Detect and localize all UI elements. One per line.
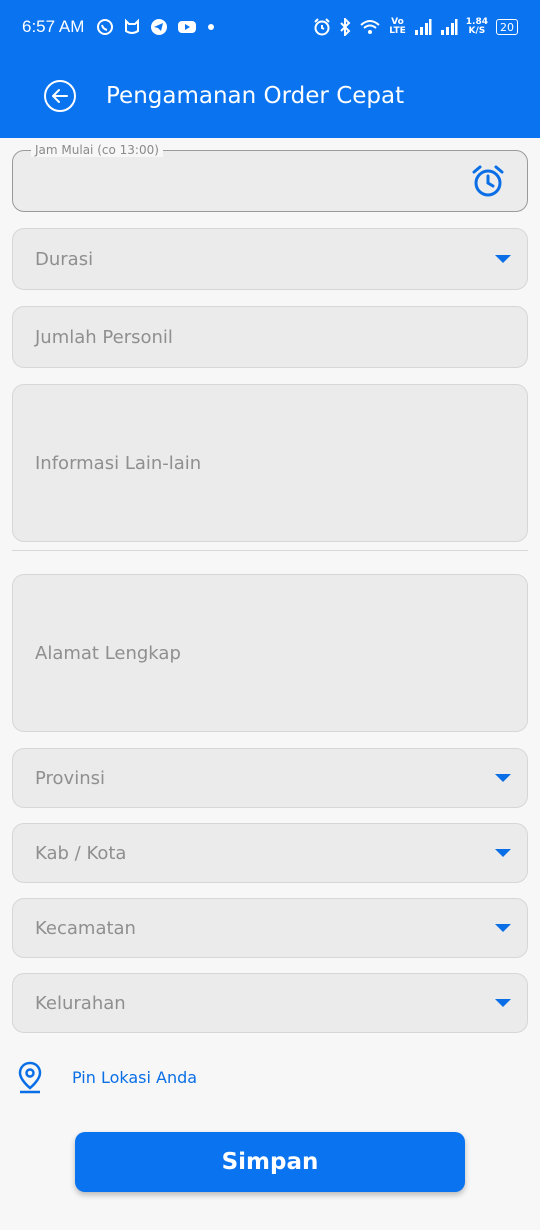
whatsapp-icon — [96, 18, 114, 36]
page-title: Pengamanan Order Cepat — [106, 83, 405, 109]
dropdown-arrow-icon — [495, 774, 511, 782]
app-bar: Pengamanan Order Cepat — [0, 54, 540, 138]
status-time: 6:57 AM — [22, 17, 85, 36]
back-button[interactable] — [42, 78, 78, 114]
provinsi-placeholder: Provinsi — [35, 767, 105, 789]
durasi-placeholder: Durasi — [35, 248, 94, 270]
cat-icon — [123, 18, 141, 36]
alarm-clock-icon[interactable] — [471, 164, 505, 198]
alamat-textarea[interactable]: Alamat Lengkap — [12, 574, 528, 732]
volte-indicator: Vo LTE — [389, 17, 406, 36]
kab-kota-placeholder: Kab / Kota — [35, 842, 127, 864]
kelurahan-placeholder: Kelurahan — [35, 992, 126, 1014]
jumlah-personil-placeholder: Jumlah Personil — [35, 326, 173, 348]
informasi-textarea[interactable]: Informasi Lain-lain — [12, 384, 528, 542]
kelurahan-dropdown[interactable]: Kelurahan — [12, 973, 528, 1033]
kecamatan-dropdown[interactable]: Kecamatan — [12, 898, 528, 958]
kecamatan-placeholder: Kecamatan — [35, 917, 136, 939]
pin-location-button[interactable]: Pin Lokasi Anda — [16, 1060, 197, 1094]
save-button[interactable]: Simpan — [75, 1132, 465, 1192]
alarm-icon — [313, 18, 331, 36]
battery-icon: 20 — [496, 19, 518, 35]
dot-icon — [206, 22, 216, 32]
durasi-dropdown[interactable]: Durasi — [12, 228, 528, 290]
signal-icon — [440, 19, 458, 35]
network-speed: 1.84 K/S — [465, 17, 488, 36]
dropdown-arrow-icon — [495, 924, 511, 932]
youtube-icon — [177, 19, 197, 35]
jam-mulai-label: Jam Mulai (co 13:00) — [31, 143, 163, 157]
provinsi-dropdown[interactable]: Provinsi — [12, 748, 528, 808]
signal-icon — [414, 19, 432, 35]
divider — [12, 550, 528, 551]
notification-icons — [96, 18, 216, 36]
jumlah-personil-input[interactable]: Jumlah Personil — [12, 306, 528, 368]
system-icons: Vo LTE 1.84 K/S 20 — [313, 18, 518, 36]
battery-level: 20 — [500, 20, 514, 34]
map-pin-icon — [18, 1061, 42, 1094]
telegram-icon — [150, 18, 168, 36]
alamat-placeholder: Alamat Lengkap — [35, 642, 181, 664]
pin-location-label: Pin Lokasi Anda — [72, 1067, 198, 1087]
dropdown-arrow-icon — [495, 999, 511, 1007]
status-bar: 6:57 AM Vo LTE 1.84 K/S 20 — [0, 0, 540, 54]
dropdown-arrow-icon — [495, 849, 511, 857]
informasi-placeholder: Informasi Lain-lain — [35, 452, 202, 474]
kab-kota-dropdown[interactable]: Kab / Kota — [12, 823, 528, 883]
back-arrow-icon — [44, 80, 76, 112]
dropdown-arrow-icon — [495, 255, 511, 263]
wifi-icon — [359, 18, 381, 36]
bluetooth-icon — [339, 18, 351, 36]
jam-mulai-field[interactable]: Jam Mulai (co 13:00) — [12, 143, 528, 212]
